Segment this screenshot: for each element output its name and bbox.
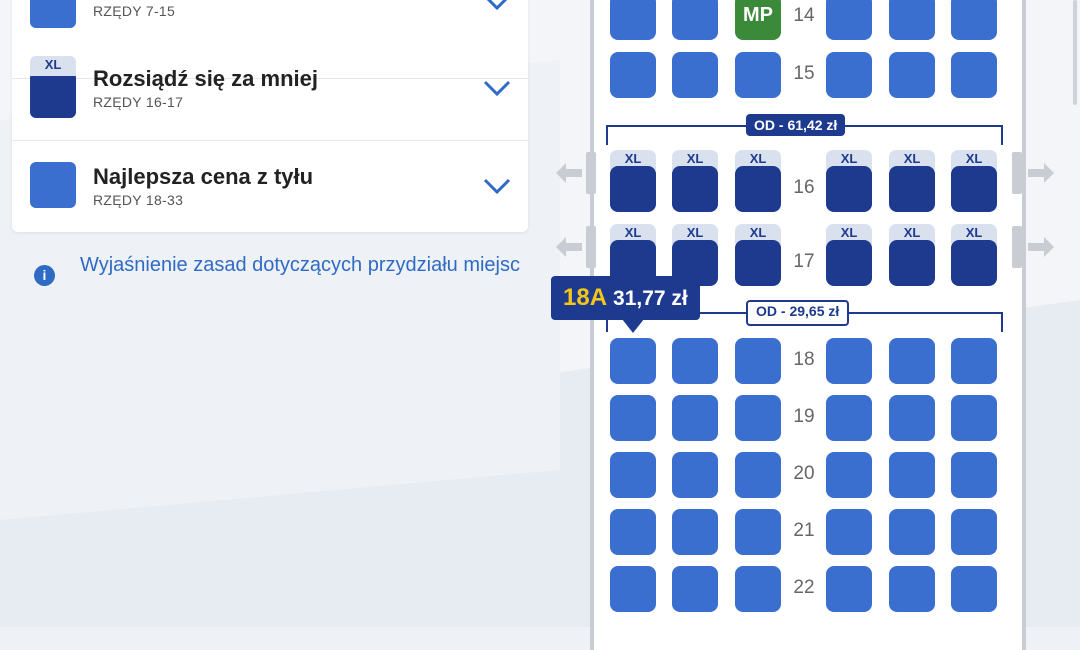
row-number: 18	[793, 349, 815, 370]
seat-17F[interactable]	[951, 240, 997, 286]
seat-18C[interactable]	[735, 338, 781, 384]
seat-16F[interactable]	[951, 166, 997, 212]
row-number: 19	[793, 406, 815, 427]
seat-17D[interactable]	[826, 240, 872, 286]
seat-22F[interactable]	[951, 566, 997, 612]
selected-seat-code: 18A	[563, 284, 608, 311]
seat-18F[interactable]	[951, 338, 997, 384]
seat-21F[interactable]	[951, 509, 997, 555]
scrollbar[interactable]	[1073, 0, 1077, 105]
zone-rows-label: RZĘDY 16-17	[93, 94, 184, 110]
std-price-from: OD - 29,65 zł	[746, 300, 850, 326]
xl-seat-icon: XL	[30, 56, 76, 118]
exit-door-left	[586, 152, 596, 194]
seat-17C[interactable]	[735, 240, 781, 286]
seat-18B[interactable]	[672, 338, 718, 384]
zone-title: Najlepsza cena z tyłu	[93, 164, 314, 189]
seat-15D[interactable]	[826, 52, 872, 98]
seat-19F[interactable]	[951, 395, 997, 441]
zone-rows-label: RZĘDY 7-15	[93, 3, 176, 19]
seat-18D[interactable]	[826, 338, 872, 384]
seat-20D[interactable]	[826, 452, 872, 498]
row-number: 17	[793, 251, 815, 272]
seat-14B[interactable]	[672, 0, 718, 40]
seat-14E[interactable]	[889, 0, 935, 40]
chevron-down-icon[interactable]	[482, 0, 512, 12]
exit-arrow-right-icon	[1028, 237, 1054, 257]
chevron-down-icon[interactable]	[482, 78, 512, 98]
seat-19B[interactable]	[672, 395, 718, 441]
seat-22D[interactable]	[826, 566, 872, 612]
seat-19A[interactable]	[610, 395, 656, 441]
exit-door-right	[1012, 152, 1022, 194]
seat-15A[interactable]	[610, 52, 656, 98]
seat-18E[interactable]	[889, 338, 935, 384]
chevron-down-icon[interactable]	[482, 176, 512, 196]
seat-15B[interactable]	[672, 52, 718, 98]
row-number: 14	[793, 5, 815, 26]
seat-16D[interactable]	[826, 166, 872, 212]
seat-14F[interactable]	[951, 0, 997, 40]
seat-21B[interactable]	[672, 509, 718, 555]
row-number: 22	[793, 577, 815, 598]
tooltip-pointer	[622, 319, 644, 333]
row-number: 15	[793, 63, 815, 84]
standard-seat-icon	[30, 162, 76, 208]
seat-15F[interactable]	[951, 52, 997, 98]
standard-seat-icon	[30, 0, 76, 28]
seat-17E[interactable]	[889, 240, 935, 286]
seat-20E[interactable]	[889, 452, 935, 498]
seat-20F[interactable]	[951, 452, 997, 498]
zone-title: Rozsiądź się za mniej	[93, 66, 318, 91]
seat-14A[interactable]	[610, 0, 656, 40]
seat-rules-link[interactable]: Wyjaśnienie zasad dotyczących przydziału…	[80, 253, 520, 277]
seat-zone-options: RZĘDY 7-15 XL Rozsiądź się za mniej RZĘD…	[12, 0, 528, 232]
seat-22A[interactable]	[610, 566, 656, 612]
seat-21E[interactable]	[889, 509, 935, 555]
row-number: 21	[793, 520, 815, 541]
zone-option-back[interactable]: Najlepsza cena z tyłu RZĘDY 18-33	[12, 140, 528, 238]
seat-16B[interactable]	[672, 166, 718, 212]
exit-door-right	[1012, 226, 1022, 268]
selected-seat-price: 31,77 zł	[613, 287, 688, 310]
seat-21A[interactable]	[610, 509, 656, 555]
seat-20B[interactable]	[672, 452, 718, 498]
seat-14C-mp[interactable]: MP	[735, 0, 781, 40]
row-number: 16	[793, 177, 815, 198]
seat-20A[interactable]	[610, 452, 656, 498]
xl-price-from: OD - 61,42 zł	[746, 114, 846, 136]
seat-16E[interactable]	[889, 166, 935, 212]
row-number: 20	[793, 463, 815, 484]
seat-15E[interactable]	[889, 52, 935, 98]
seat-18A[interactable]	[610, 338, 656, 384]
seat-19C[interactable]	[735, 395, 781, 441]
seat-22E[interactable]	[889, 566, 935, 612]
seat-21D[interactable]	[826, 509, 872, 555]
exit-arrow-right-icon	[1028, 163, 1054, 183]
seat-19E[interactable]	[889, 395, 935, 441]
exit-arrow-left-icon	[556, 237, 582, 257]
seat-16A[interactable]	[610, 166, 656, 212]
seat-21C[interactable]	[735, 509, 781, 555]
seat-19D[interactable]	[826, 395, 872, 441]
seat-14D[interactable]	[826, 0, 872, 40]
seat-22B[interactable]	[672, 566, 718, 612]
seat-15C[interactable]	[735, 52, 781, 98]
seat-22C[interactable]	[735, 566, 781, 612]
xl-tag: XL	[30, 56, 76, 76]
seat-16C[interactable]	[735, 166, 781, 212]
exit-arrow-left-icon	[556, 163, 582, 183]
seat-20C[interactable]	[735, 452, 781, 498]
exit-door-left	[586, 226, 596, 268]
info-icon: i	[34, 265, 55, 286]
selected-seat-tooltip: 18A 31,77 zł	[551, 276, 700, 320]
zone-option-xl[interactable]: XL Rozsiądź się za mniej RZĘDY 16-17	[12, 42, 528, 141]
zone-rows-label: RZĘDY 18-33	[93, 192, 184, 208]
